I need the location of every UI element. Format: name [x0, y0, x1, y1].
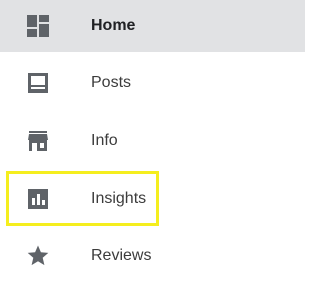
side-nav: Home Posts Info Insights Reviews: [0, 0, 305, 290]
nav-item-info[interactable]: Info: [0, 115, 305, 167]
nav-item-posts[interactable]: Posts: [0, 57, 305, 109]
nav-item-label: Info: [91, 132, 118, 149]
nav-item-label: Insights: [91, 190, 147, 207]
insights-icon: [26, 187, 50, 211]
nav-item-home[interactable]: Home: [0, 0, 305, 52]
dashboard-icon: [26, 14, 50, 38]
nav-item-reviews[interactable]: Reviews: [0, 230, 305, 282]
nav-item-insights[interactable]: Insights: [0, 173, 305, 225]
nav-item-label: Home: [91, 17, 136, 34]
nav-item-label: Posts: [91, 74, 132, 91]
posts-icon: [26, 71, 50, 95]
storefront-icon: [26, 129, 50, 153]
nav-item-label: Reviews: [91, 247, 152, 264]
star-icon: [26, 244, 50, 268]
